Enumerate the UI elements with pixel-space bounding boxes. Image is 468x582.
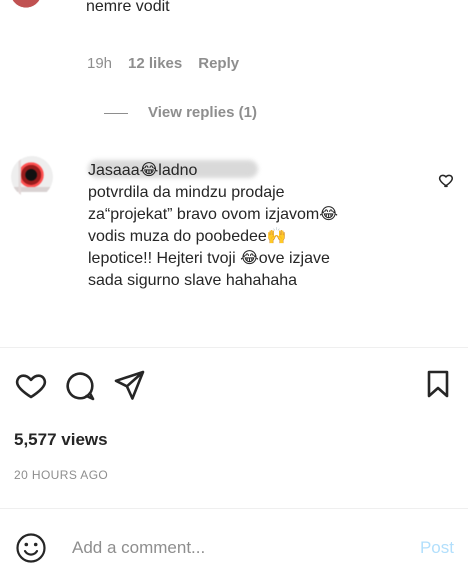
comment-likes[interactable]: 12 likes: [128, 55, 182, 73]
share-icon[interactable]: [112, 368, 146, 402]
truncated-avatar: [10, 0, 42, 8]
truncated-comment-text: nemre vodit: [86, 0, 170, 15]
post-actions-divider: [0, 347, 468, 348]
post-time-ago: 20 HOURS AGO: [14, 468, 109, 482]
replies-divider-line: [104, 112, 128, 114]
add-comment-form: Post: [14, 531, 454, 565]
post-action-bar: [14, 368, 146, 402]
heart-icon[interactable]: [14, 368, 48, 402]
comment-input[interactable]: [72, 533, 372, 563]
comment-body: Jasaaa😂ladno potvrdila da mindzu prodaje…: [88, 162, 338, 289]
smiley-face-icon[interactable]: [14, 531, 48, 565]
view-replies-label[interactable]: View replies (1): [148, 104, 257, 122]
view-replies-row[interactable]: View replies (1): [104, 104, 257, 122]
view-count: 5,577 views: [14, 430, 108, 449]
bookmark-icon[interactable]: [421, 367, 455, 401]
comment-box-divider: [0, 508, 468, 509]
comment-time: 19h: [87, 55, 113, 72]
comment-icon[interactable]: [63, 368, 97, 402]
truncated-comment-header: nemre vodit: [0, 0, 468, 28]
comment-like-icon[interactable]: [438, 171, 456, 189]
reply-link[interactable]: Reply: [198, 55, 239, 73]
comment-author-avatar[interactable]: [11, 156, 53, 198]
post-button[interactable]: Post: [420, 538, 454, 558]
comment-meta-row: 19h 12 likes Reply: [87, 55, 239, 73]
